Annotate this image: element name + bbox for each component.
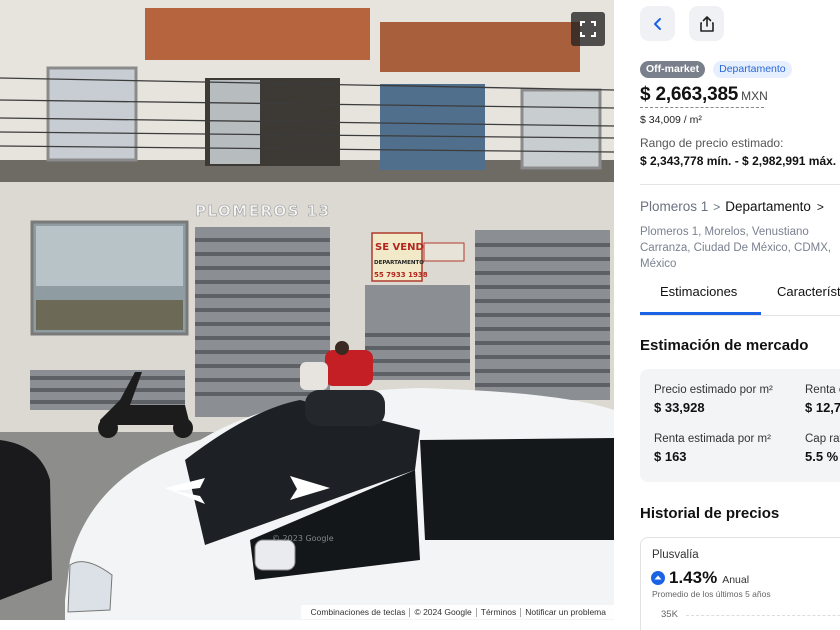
estimate-cell: Cap rate 5.5 %: [805, 433, 840, 464]
svg-text:PLOMEROS 13: PLOMEROS 13: [195, 202, 331, 220]
plusvalia-value: 1.43%: [669, 568, 718, 587]
estimate-value: $ 12,790: [805, 400, 840, 415]
estimate-label: Renta estimada por m²: [654, 433, 771, 445]
keyboard-shortcuts-link[interactable]: Combinaciones de teclas: [306, 607, 409, 617]
detail-tabs: Estimaciones Características: [640, 276, 840, 316]
price-amount: $ 2,663,385: [640, 84, 739, 105]
active-tab-indicator: [640, 312, 761, 315]
arrow-up-circle-icon: [651, 571, 665, 585]
chevron-right-icon: >: [713, 199, 721, 214]
chevron-right-icon: >: [816, 199, 824, 214]
property-address: Plomeros 1, Morelos, Venustiano Carranza…: [640, 226, 832, 270]
price-range-label: Rango de precio estimado:: [640, 136, 784, 150]
status-badge: Off-market: [640, 61, 706, 78]
price-range-values: $ 2,343,778 mín. - $ 2,982,991 máx.: [640, 154, 837, 168]
fullscreen-button[interactable]: [571, 12, 605, 46]
price-per-m2: $ 34,009 / m²: [640, 114, 702, 126]
breadcrumb-street[interactable]: Plomeros 1: [640, 199, 708, 214]
terms-link[interactable]: Términos: [477, 607, 520, 617]
report-problem-link[interactable]: Notificar un problema: [521, 607, 610, 617]
listing-price: $ 2,663,385 MXN: [640, 84, 768, 106]
price-history-title: Historial de precios: [640, 505, 780, 522]
estimate-cell: Precio estimado por m² $ 33,928: [654, 384, 773, 415]
tab-estimaciones[interactable]: Estimaciones: [660, 284, 737, 299]
plusvalia-label: Plusvalía: [652, 549, 699, 561]
estimate-value: $ 33,928: [654, 400, 705, 415]
price-underline: [640, 107, 764, 108]
market-estimate-card: Precio estimado por m² $ 33,928 Renta es…: [640, 369, 840, 482]
back-button[interactable]: [640, 6, 675, 41]
street-view-panorama[interactable]: PLOMEROS 13 SE VENDE DEPARTAMENTO 55 793…: [0, 0, 614, 620]
market-estimate-title: Estimación de mercado: [640, 337, 809, 354]
estimate-cell: Renta estimada $ 12,790: [805, 384, 840, 415]
estimate-cell: Renta estimada por m² $ 163: [654, 433, 771, 464]
svg-text:SE VENDE: SE VENDE: [375, 242, 431, 253]
price-currency: MXN: [741, 89, 768, 103]
copyright-text: © 2024 Google: [414, 607, 472, 617]
divider: [640, 184, 840, 185]
share-button[interactable]: [689, 6, 724, 41]
y-axis-tick: 35K: [661, 609, 678, 620]
breadcrumb: Plomeros 1 > Departamento >: [640, 199, 824, 214]
estimate-label: Cap rate: [805, 433, 840, 445]
grid-line: [686, 615, 840, 616]
street-view-footer: Combinaciones de teclas © 2024 Google Té…: [301, 605, 614, 619]
tab-caracteristicas[interactable]: Características: [777, 284, 840, 299]
property-detail-panel: Off-market Departamento $ 2,663,385 MXN $…: [626, 0, 840, 630]
svg-text:DEPARTAMENTO: DEPARTAMENTO: [374, 260, 424, 266]
chevron-left-icon: [653, 17, 661, 30]
plusvalia-subtitle: Promedio de los últimos 5 años: [652, 589, 771, 599]
plusvalia-period: Anual: [722, 573, 750, 586]
fullscreen-icon: [580, 21, 596, 37]
street-view-image: PLOMEROS 13 SE VENDE DEPARTAMENTO 55 793…: [0, 0, 614, 620]
estimate-value: 5.5 %: [805, 449, 839, 464]
share-icon: [699, 15, 714, 32]
breadcrumb-type[interactable]: Departamento: [725, 199, 811, 214]
plusvalia-row: 1.43% Anual: [651, 568, 749, 588]
listing-badges: Off-market Departamento: [640, 61, 792, 78]
estimate-value: $ 163: [654, 449, 687, 464]
svg-text:55 7933 1938: 55 7933 1938: [374, 271, 428, 279]
estimate-label: Precio estimado por m²: [654, 384, 773, 396]
property-type-badge: Departamento: [713, 61, 792, 78]
price-history-card: Plusvalía 1.43% Anual Promedio de los úl…: [640, 537, 840, 630]
svg-text:© 2023 Google: © 2023 Google: [272, 534, 334, 543]
estimate-label: Renta estimada: [805, 384, 840, 396]
